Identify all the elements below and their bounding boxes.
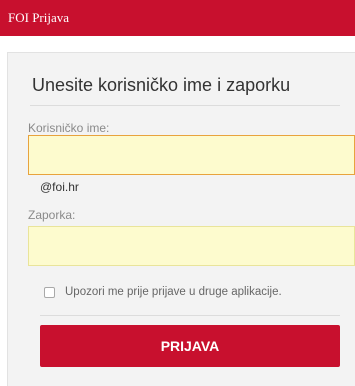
username-input[interactable]	[28, 135, 355, 175]
domain-hint: @foi.hr	[40, 180, 79, 194]
warn-checkbox-row[interactable]: Upozori me prije prijave u druge aplikac…	[44, 286, 282, 298]
username-label: Korisničko ime:	[28, 121, 110, 135]
warn-checkbox-label: Upozori me prije prijave u druge aplikac…	[65, 286, 282, 298]
heading-divider	[30, 105, 340, 106]
window-title: FOI Prijava	[0, 0, 355, 36]
login-button[interactable]: PRIJAVA	[40, 325, 340, 367]
password-input[interactable]	[28, 226, 355, 266]
password-label: Zaporka:	[28, 208, 76, 222]
form-heading: Unesite korisničko ime i zaporku	[32, 75, 291, 95]
button-divider	[40, 315, 340, 316]
warn-checkbox[interactable]	[44, 286, 55, 298]
